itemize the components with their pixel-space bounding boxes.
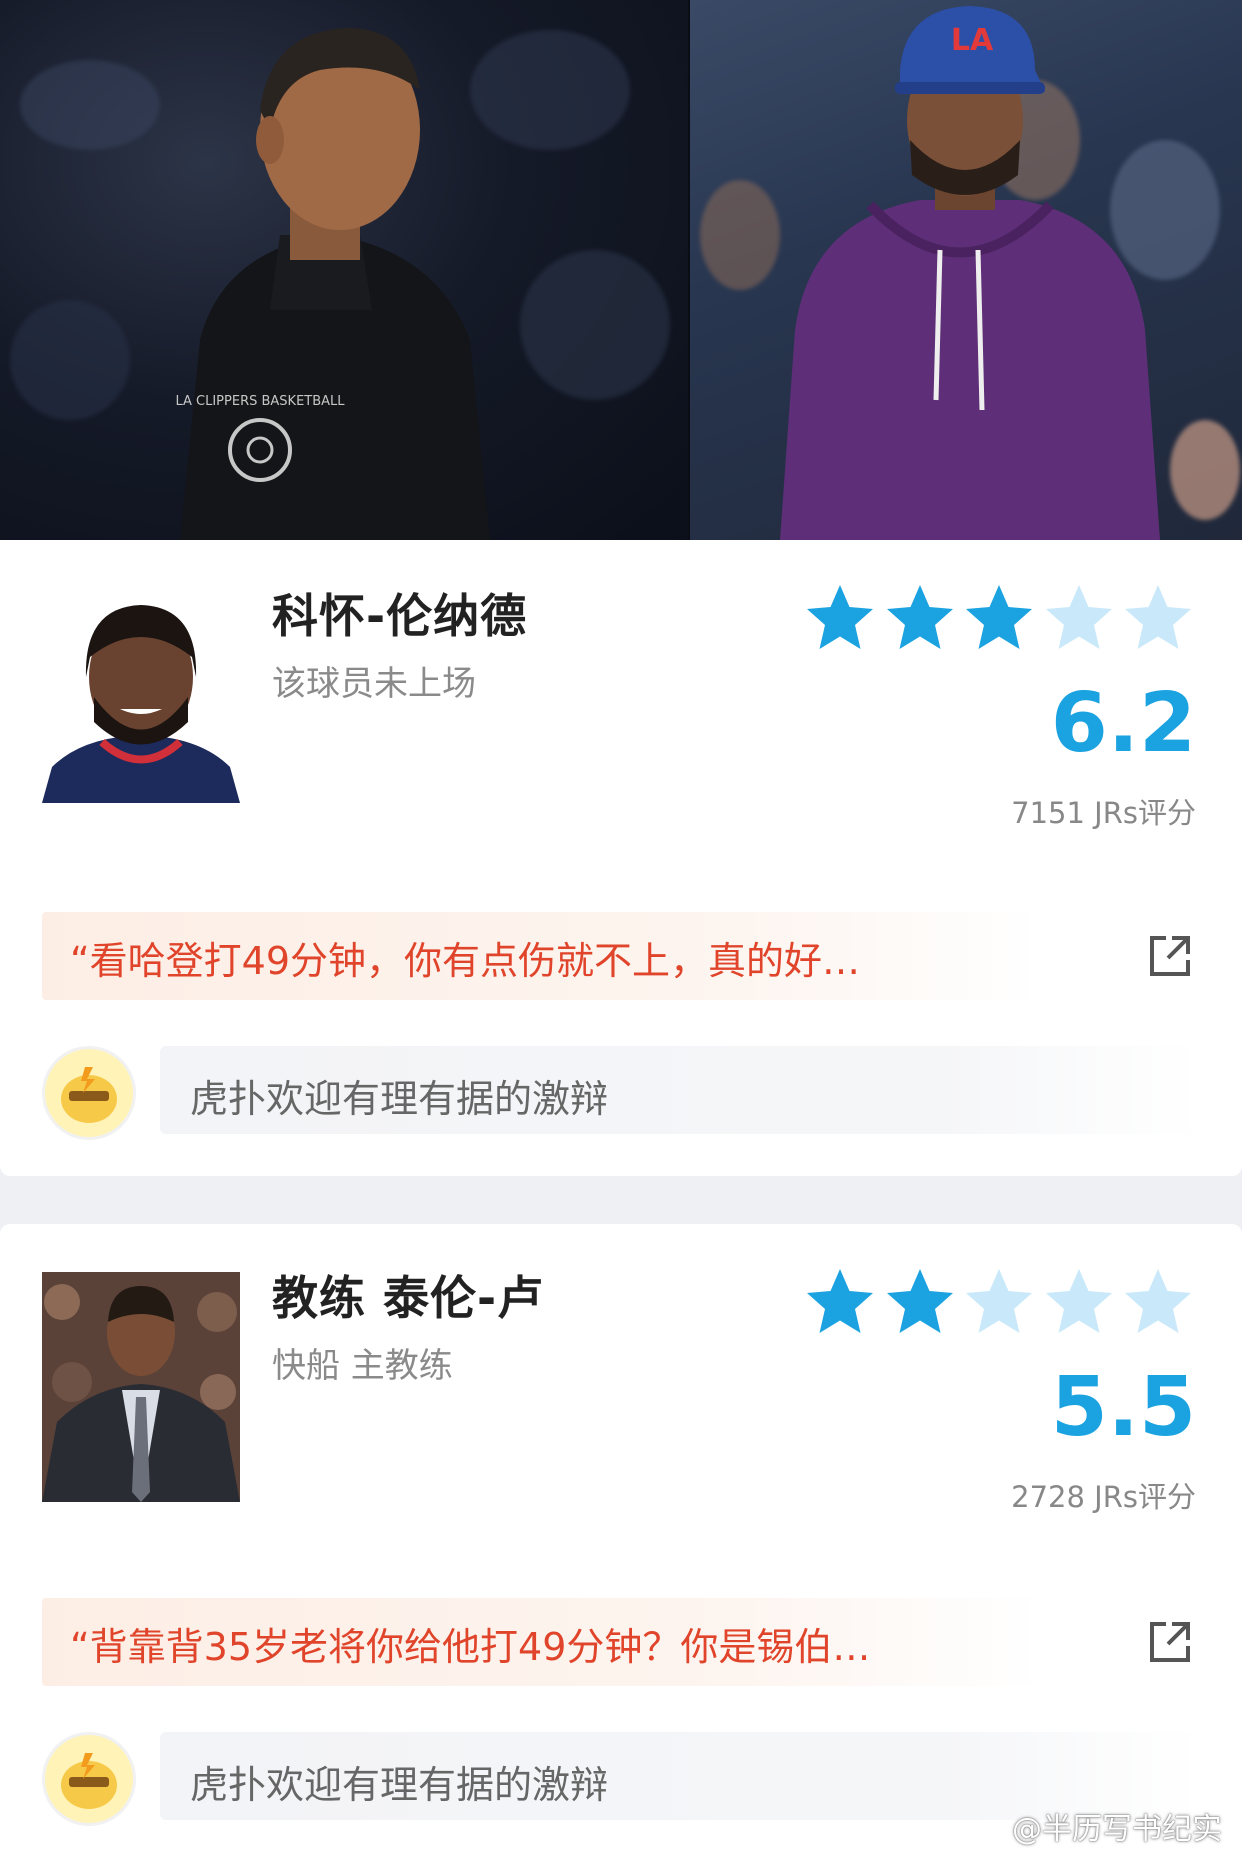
cap-logo-text: LA	[951, 23, 994, 58]
player-status: 该球员未上场	[272, 664, 476, 704]
rating-card[interactable]: 教练 泰伦-卢 快船 主教练 5.5 2728 JRs评分 “背靠背35岁老将你…	[0, 1224, 1242, 1870]
coach-name[interactable]: 教练 泰伦-卢	[272, 1262, 544, 1328]
rating-count: 2728 JRs评分	[1011, 1480, 1196, 1514]
rating-card[interactable]: 科怀-伦纳德 该球员未上场 6.2 7151 JRs评分 “看哈登打49分钟，你…	[0, 540, 1242, 1176]
user-avatar[interactable]	[42, 1046, 136, 1140]
star-filled-icon[interactable]	[884, 1266, 956, 1338]
comment-placeholder: 虎扑欢迎有理有据的激辩	[190, 1763, 609, 1807]
hot-comment[interactable]: “背靠背35岁老将你给他打49分钟？你是锡伯…	[42, 1598, 1042, 1686]
star-empty-icon[interactable]	[1122, 1266, 1194, 1338]
player-avatar	[42, 597, 240, 803]
star-rating[interactable]	[804, 582, 1194, 654]
emoji-avatar-icon	[61, 1067, 117, 1123]
player-figure: LA	[780, 6, 1160, 540]
coach-photo: LA CLIPPERS BASKETBALL	[0, 0, 688, 540]
rating-count: 7151 JRs评分	[1011, 796, 1196, 830]
user-avatar[interactable]	[42, 1732, 136, 1826]
star-empty-icon[interactable]	[1122, 582, 1194, 654]
star-empty-icon[interactable]	[1043, 582, 1115, 654]
coach-role: 快船 主教练	[272, 1346, 453, 1386]
coach-figure: LA CLIPPERS BASKETBALL	[175, 28, 490, 540]
star-filled-icon[interactable]	[884, 582, 956, 654]
hot-comment-text: “看哈登打49分钟，你有点伤就不上，真的好…	[70, 939, 861, 983]
star-filled-icon[interactable]	[804, 582, 876, 654]
emoji-avatar-icon	[61, 1753, 117, 1809]
hot-comment-text: “背靠背35岁老将你给他打49分钟？你是锡伯…	[70, 1625, 871, 1669]
player-name[interactable]: 科怀-伦纳德	[272, 580, 527, 646]
jacket-logo-text: LA CLIPPERS BASKETBALL	[175, 394, 345, 409]
watermark: @半历写书纪实	[1012, 1812, 1222, 1847]
coach-avatar	[42, 1272, 240, 1502]
hot-comment[interactable]: “看哈登打49分钟，你有点伤就不上，真的好…	[42, 912, 1042, 1000]
star-empty-icon[interactable]	[1043, 1266, 1115, 1338]
star-filled-icon[interactable]	[963, 582, 1035, 654]
hero-image: LA CLIPPERS BASKETBALL LA	[0, 0, 1242, 540]
share-icon[interactable]	[1146, 1618, 1194, 1666]
player-photo: LA	[690, 0, 1242, 540]
rating-score: 6.2	[1050, 676, 1196, 771]
star-filled-icon[interactable]	[804, 1266, 876, 1338]
comment-placeholder: 虎扑欢迎有理有据的激辩	[190, 1077, 609, 1121]
comment-input[interactable]: 虎扑欢迎有理有据的激辩	[160, 1046, 1200, 1134]
rating-score: 5.5	[1050, 1360, 1196, 1455]
star-rating[interactable]	[804, 1266, 1194, 1338]
share-icon[interactable]	[1146, 932, 1194, 980]
star-empty-icon[interactable]	[963, 1266, 1035, 1338]
